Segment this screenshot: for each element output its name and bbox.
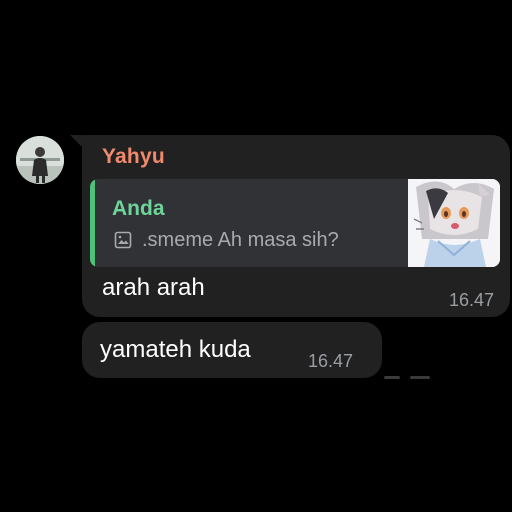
avatar-photo [16, 136, 64, 184]
message-bubble[interactable]: Yahyu Anda .smeme Ah masa sih? arah arah… [82, 135, 510, 317]
reply-preview[interactable]: Anda .smeme Ah masa sih? [90, 179, 500, 267]
image-icon [114, 231, 132, 249]
reply-accent-bar [90, 179, 95, 267]
sender-name[interactable]: Yahyu [102, 145, 165, 169]
anime-sticker-image [408, 179, 500, 267]
cutoff-divider [410, 376, 430, 379]
reply-thumbnail [408, 179, 500, 267]
message-time: 16.47 [308, 351, 354, 371]
reply-text: .smeme Ah masa sih? [142, 229, 339, 251]
message-time: 16.47 [448, 290, 494, 310]
reply-author: Anda [112, 197, 165, 220]
message-text: yamateh kuda [100, 336, 251, 363]
chat-view: Yahyu Anda .smeme Ah masa sih? arah arah… [0, 0, 512, 512]
message-text: arah arah [102, 274, 205, 301]
message-bubble[interactable]: yamateh kuda 16.47 [82, 322, 382, 378]
cutoff-divider [384, 376, 400, 379]
sender-avatar[interactable] [16, 136, 64, 184]
